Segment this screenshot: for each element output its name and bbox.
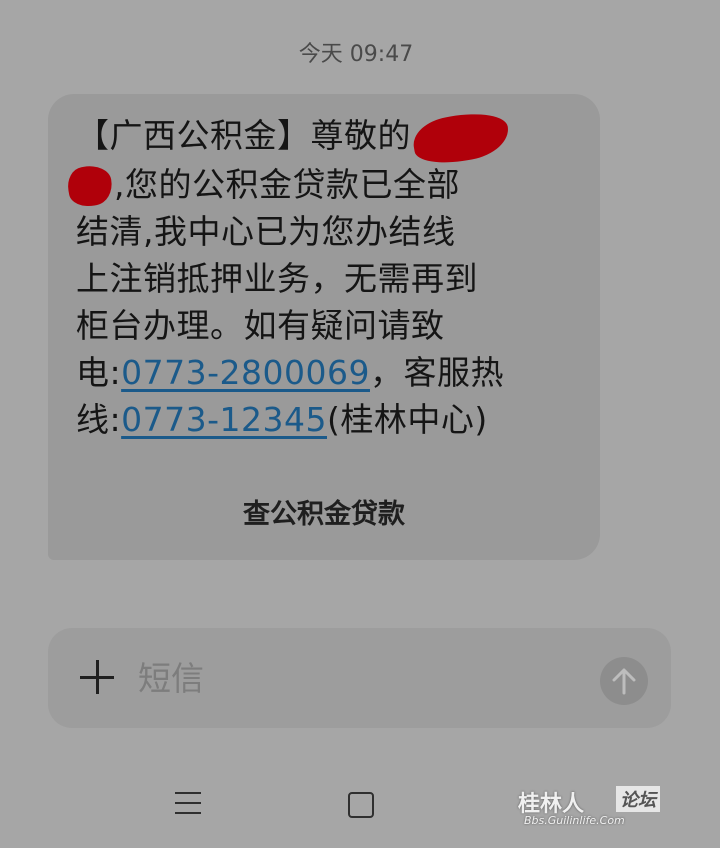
check-loan-button[interactable]: 查公积金贷款 [48,492,600,531]
compose-bar [48,628,671,728]
square-icon[interactable] [348,792,374,818]
timestamp: 今天 09:47 [298,42,414,67]
sms-input[interactable] [138,656,578,700]
phone-link-1[interactable]: 0773-2800069 [121,353,370,392]
hotline-prefix: 线: [76,399,122,439]
message-suffix: (桂林中心) [327,399,488,439]
redaction-mark [409,106,513,169]
arrow-up-icon [612,668,636,695]
message-bubble[interactable]: 【广西公积金】尊敬的 ,您的公积金贷款已全部 结清,我中心已为您办结线 上注销抵… [48,94,600,560]
message-line4: 上注销抵押业务，无需再到 [76,258,478,298]
watermark: 桂林人 论坛 Bbs.Guilinlife.Com [518,786,698,832]
send-button[interactable] [600,657,648,705]
phone-prefix: 电: [76,352,122,392]
phone-link-2[interactable]: 0773-12345 [121,400,327,439]
phone-middle: ，客服热 [369,352,504,392]
message-line5: 柜台办理。如有疑问请致 [76,305,445,345]
message-line1: 【广西公积金】尊敬的 [76,116,411,155]
message-line2: ,您的公积金贷款已全部 [114,164,460,204]
watermark-tag: 论坛 [616,786,660,812]
message-line3: 结清,我中心已为您办结线 [76,211,456,251]
plus-icon[interactable] [80,660,114,694]
redaction-mark [64,162,116,210]
menu-icon[interactable] [175,792,201,822]
watermark-url: Bbs.Guilinlife.Com [524,814,625,827]
message-text: 【广西公积金】尊敬的 ,您的公积金贷款已全部 结清,我中心已为您办结线 上注销抵… [64,106,578,443]
